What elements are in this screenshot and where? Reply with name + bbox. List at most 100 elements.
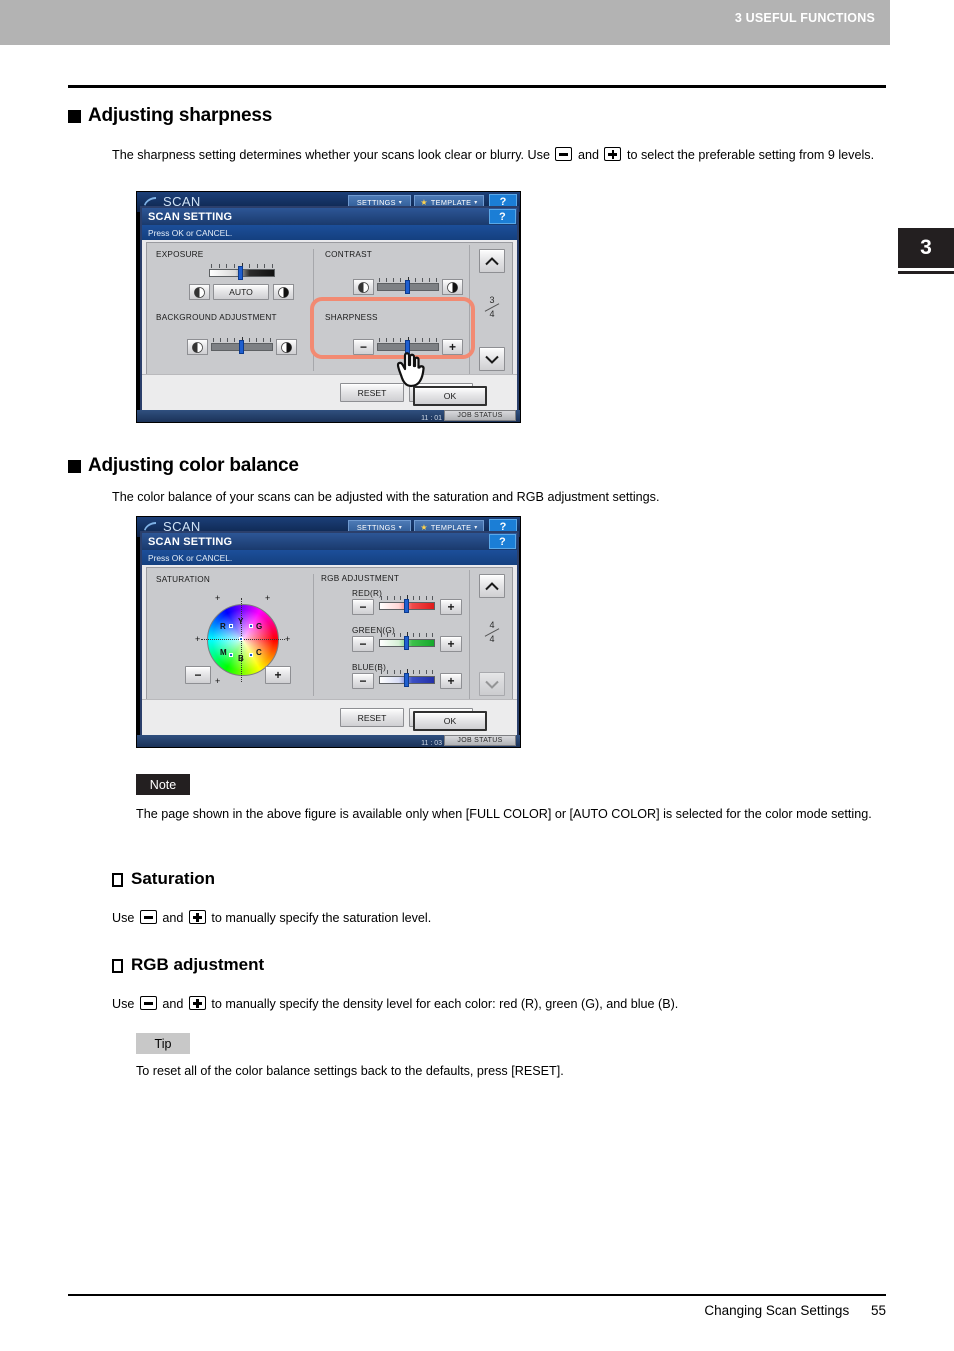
- minus-key-icon: [139, 910, 157, 924]
- contrast-slider-thumb[interactable]: [405, 280, 410, 294]
- paragraph-part-1: Use: [112, 997, 135, 1011]
- heading-adjusting-sharpness: Adjusting sharpness: [68, 105, 272, 127]
- exposure-lighter-button[interactable]: [189, 284, 210, 300]
- dialog-message: Press OK or CANCEL.: [142, 225, 517, 240]
- chevron-up-icon: [485, 581, 499, 590]
- wheel-marker-g: [249, 624, 253, 628]
- background-slider-thumb[interactable]: [239, 340, 244, 354]
- label-saturation: SATURATION: [156, 575, 211, 584]
- chapter-tab-rule: [898, 271, 954, 274]
- job-status-button[interactable]: JOB STATUS: [444, 735, 516, 746]
- wheel-letter-c: C: [256, 648, 262, 657]
- saturation-minus-button[interactable]: −: [185, 666, 211, 684]
- scroll-down-button[interactable]: [479, 672, 505, 696]
- label-exposure: EXPOSURE: [156, 250, 204, 259]
- heading-text: Adjusting sharpness: [88, 105, 273, 126]
- red-plus-button[interactable]: +: [440, 599, 462, 615]
- plus-key-icon: [604, 147, 622, 161]
- header-divider-rule: [68, 85, 886, 88]
- dialog-help-button[interactable]: ?: [489, 534, 516, 549]
- clock-display: 11 : 01: [421, 415, 442, 422]
- green-plus-button[interactable]: +: [440, 636, 462, 652]
- paragraph-saturation: Use and to manually specify the saturati…: [112, 908, 887, 927]
- contrast-lower-button[interactable]: [353, 279, 374, 295]
- green-minus-button[interactable]: −: [352, 636, 374, 652]
- wheel-letter-m: M: [220, 648, 227, 657]
- note-badge: Note: [136, 774, 190, 795]
- plus-key-icon: [188, 910, 206, 924]
- figure-sharpness-screen: SCAN SETTINGS ▾ ★ TEMPLATE ▾ ? SCAN SETT…: [136, 191, 521, 423]
- scan-setting-dialog: SCAN SETTING ? Press OK or CANCEL. EXPOS…: [140, 206, 519, 412]
- sharpness-minus-button[interactable]: −: [353, 339, 374, 355]
- dialog-message: Press OK or CANCEL.: [142, 550, 517, 565]
- column-divider: [313, 249, 314, 371]
- scroll-up-button[interactable]: [479, 249, 505, 273]
- device-status-bar: 11 : 01 JOB STATUS: [137, 410, 520, 422]
- paragraph-part-1: Use: [112, 911, 135, 925]
- label-sharpness: SHARPNESS: [325, 313, 378, 322]
- label-rgb-adjustment: RGB ADJUSTMENT: [321, 574, 400, 583]
- wheel-plus-e: +: [285, 634, 291, 644]
- saturation-plus-button[interactable]: +: [265, 666, 291, 684]
- page-current: 4: [489, 620, 495, 630]
- footer-divider-rule: [68, 1294, 886, 1296]
- heading-text: Adjusting color balance: [88, 455, 299, 476]
- footer-section: Changing Scan Settings: [704, 1303, 850, 1318]
- document-page: 3 USEFUL FUNCTIONS 3 Adjusting sharpness…: [0, 0, 954, 1351]
- chevron-down-icon: ▾: [474, 524, 478, 531]
- green-slider-thumb[interactable]: [404, 636, 409, 650]
- exposure-darker-button[interactable]: [273, 284, 294, 300]
- chapter-header-band: 3 USEFUL FUNCTIONS: [0, 0, 890, 45]
- paragraph-rgb-adjustment: Use and to manually specify the density …: [112, 994, 932, 1013]
- chevron-down-icon: [485, 355, 499, 364]
- blue-slider-thumb[interactable]: [404, 673, 409, 687]
- footer: Changing Scan Settings 55: [704, 1303, 886, 1318]
- background-lighter-button[interactable]: [187, 339, 208, 355]
- paragraph-part-1: The sharpness setting determines whether…: [112, 148, 550, 162]
- scroll-down-button[interactable]: [479, 347, 505, 371]
- red-slider-thumb[interactable]: [404, 599, 409, 613]
- background-darker-button[interactable]: [276, 339, 297, 355]
- page-indicator: 3 4: [479, 295, 505, 320]
- contrast-higher-button[interactable]: [442, 279, 463, 295]
- heading-text: Saturation: [131, 869, 216, 888]
- heading-rgb-adjustment: RGB adjustment: [112, 955, 264, 975]
- paragraph-color-balance: The color balance of your scans can be a…: [112, 490, 660, 504]
- chevron-down-icon: [485, 680, 499, 689]
- blue-minus-button[interactable]: −: [352, 673, 374, 689]
- red-minus-button[interactable]: −: [352, 599, 374, 615]
- dialog-body: SATURATION R Y G M B C + + + + + − + RGB…: [146, 567, 513, 701]
- wheel-marker-m: [229, 653, 233, 657]
- page-indicator: 4 4: [479, 620, 505, 645]
- checkbox-bullet-icon: [112, 959, 123, 973]
- paragraph-part-3: to select the preferable setting from 9 …: [626, 148, 875, 162]
- tip-badge: Tip: [136, 1033, 190, 1054]
- job-status-button[interactable]: JOB STATUS: [444, 410, 516, 421]
- exposure-auto-button[interactable]: AUTO: [213, 284, 269, 300]
- exposure-slider-thumb[interactable]: [238, 266, 243, 280]
- page-current: 3: [489, 295, 495, 305]
- blue-plus-button[interactable]: +: [440, 673, 462, 689]
- heading-saturation: Saturation: [112, 869, 215, 889]
- reset-button[interactable]: RESET: [340, 708, 404, 727]
- wheel-marker-r: [229, 624, 233, 628]
- heading-text: RGB adjustment: [131, 955, 265, 974]
- device-status-bar: 11 : 03 JOB STATUS: [137, 735, 520, 747]
- dialog-title: SCAN SETTING ?: [142, 533, 517, 550]
- chevron-down-icon: ▾: [398, 199, 403, 206]
- dialog-title: SCAN SETTING ?: [142, 208, 517, 225]
- dialog-help-button[interactable]: ?: [489, 209, 516, 224]
- chevron-down-icon: ▾: [474, 199, 478, 206]
- page-total: 4: [489, 634, 495, 644]
- wheel-letter-g: G: [256, 622, 263, 631]
- dialog-title-text: SCAN SETTING: [148, 535, 233, 548]
- clock-display: 11 : 03: [421, 740, 442, 747]
- sharpness-plus-button[interactable]: +: [442, 339, 463, 355]
- page-total: 4: [489, 309, 495, 319]
- column-divider: [313, 574, 314, 696]
- paragraph-sharpness: The sharpness setting determines whether…: [112, 145, 887, 164]
- scroll-column-divider: [469, 245, 470, 375]
- note-text: The page shown in the above figure is av…: [136, 807, 872, 821]
- scroll-up-button[interactable]: [479, 574, 505, 598]
- ok-button[interactable]: OK: [413, 711, 487, 731]
